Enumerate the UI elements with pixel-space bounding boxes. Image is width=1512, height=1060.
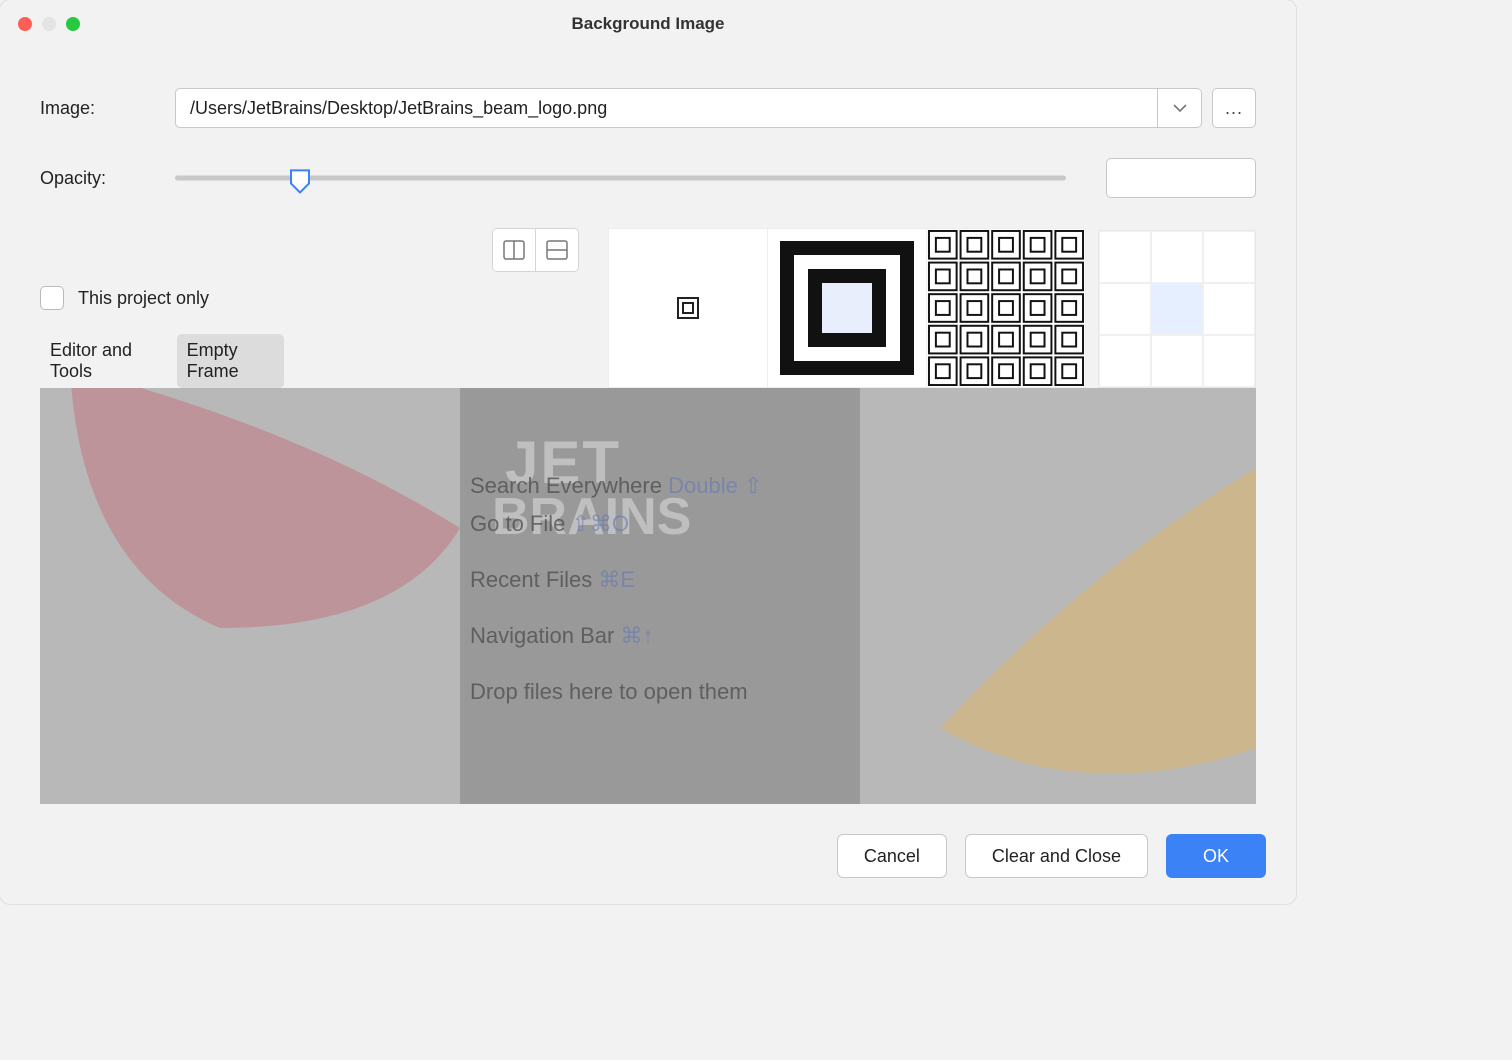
this-project-only-checkbox[interactable] (40, 286, 64, 310)
this-project-only-label: This project only (78, 288, 209, 309)
opacity-slider[interactable] (175, 163, 1066, 193)
minimize-window-button[interactable] (42, 17, 56, 31)
cancel-button[interactable]: Cancel (837, 834, 947, 878)
fill-type-group (609, 228, 1086, 388)
ok-button[interactable]: OK (1166, 834, 1266, 878)
preview-item-shortcut: ⌘E (598, 567, 635, 592)
image-label: Image: (40, 98, 175, 119)
mirror-vertical-button[interactable] (536, 229, 578, 271)
preview-item-label: Recent Files (470, 567, 592, 592)
image-path-input[interactable] (176, 89, 1157, 127)
split-horizontal-icon (546, 240, 568, 260)
chevron-down-icon (1173, 104, 1187, 112)
mirror-horizontal-button[interactable] (493, 229, 535, 271)
pos-mid-left[interactable] (1099, 283, 1151, 335)
pos-top-center[interactable] (1151, 231, 1203, 283)
image-path-field (175, 88, 1202, 128)
pos-top-right[interactable] (1203, 231, 1255, 283)
preview-item-shortcut: ⇧⌘O (572, 511, 630, 536)
window-controls (0, 17, 80, 31)
fill-scale-option[interactable] (767, 228, 927, 388)
window-title: Background Image (0, 14, 1296, 34)
dialog-footer: Cancel Clear and Close OK (0, 804, 1296, 904)
preview-item-shortcut: ⌘↑ (620, 623, 653, 648)
maximize-window-button[interactable] (66, 17, 80, 31)
pos-top-left[interactable] (1099, 231, 1151, 283)
pos-bottom-right[interactable] (1203, 335, 1255, 387)
position-grid (1098, 230, 1256, 388)
fill-tile-option[interactable] (926, 228, 1086, 388)
tab-editor-and-tools[interactable]: Editor and Tools (40, 334, 165, 388)
preview-item-label: Navigation Bar (470, 623, 614, 648)
preview-drop-hint: Drop files here to open them (470, 679, 860, 705)
pos-mid-right[interactable] (1203, 283, 1255, 335)
pos-bottom-center[interactable] (1151, 335, 1203, 387)
titlebar: Background Image (0, 0, 1296, 48)
square-small-icon (676, 296, 700, 320)
tab-empty-frame[interactable]: Empty Frame (177, 334, 285, 388)
slider-thumb[interactable] (289, 168, 311, 192)
tabs: Editor and Tools Empty Frame (40, 334, 284, 388)
preview-item-label: Go to File (470, 511, 565, 536)
clear-and-close-button[interactable]: Clear and Close (965, 834, 1148, 878)
pos-bottom-left[interactable] (1099, 335, 1151, 387)
image-path-dropdown[interactable] (1157, 89, 1201, 127)
square-large-icon (777, 238, 917, 378)
preview-editor-panel: JET Search Everywhere Double ⇧ BRAINS Go… (460, 388, 860, 804)
fill-plain-option[interactable] (608, 228, 768, 388)
opacity-stepper (1106, 158, 1256, 198)
opacity-input[interactable] (1107, 159, 1256, 197)
browse-button[interactable]: ... (1212, 88, 1256, 128)
split-vertical-icon (503, 240, 525, 260)
background-image-dialog: Background Image Image: ... Opacity: (0, 0, 1296, 904)
tile-pattern-icon (927, 229, 1085, 387)
pos-mid-center[interactable] (1151, 283, 1203, 335)
preview-area: JET Search Everywhere Double ⇧ BRAINS Go… (40, 388, 1256, 804)
close-window-button[interactable] (18, 17, 32, 31)
opacity-label: Opacity: (40, 168, 175, 189)
